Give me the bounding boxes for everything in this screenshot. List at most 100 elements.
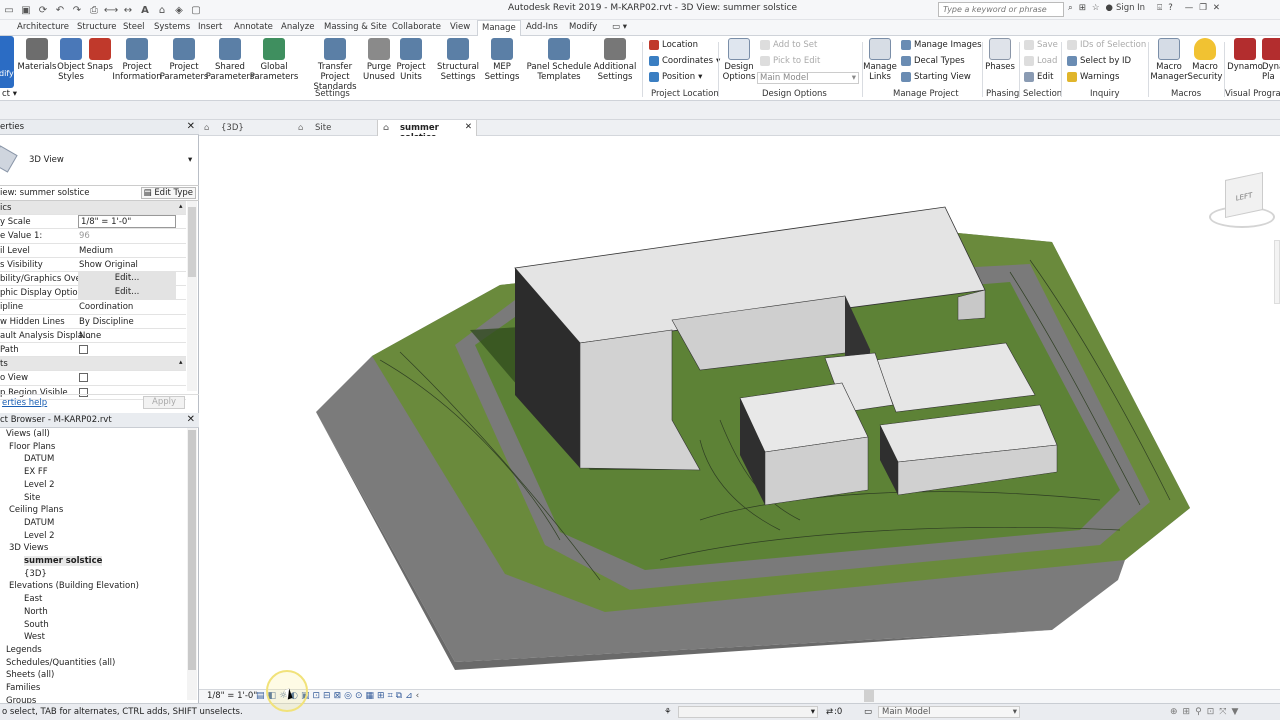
pick-to-edit-button[interactable]: Pick to Edit xyxy=(760,56,820,66)
collapse-group-icon[interactable]: ▴ xyxy=(179,358,183,366)
collapse-group-icon[interactable]: ▴ xyxy=(179,202,183,210)
temp-view-properties-icon[interactable]: ⊞ xyxy=(377,691,385,701)
browser-node[interactable]: EX FF xyxy=(24,467,48,477)
active-design-option-select[interactable]: Main Model ▾ xyxy=(878,706,1020,718)
tab-analyze[interactable]: Analyze xyxy=(281,22,315,32)
sign-in-button[interactable]: ● Sign In xyxy=(1106,3,1146,13)
select-by-face-icon[interactable]: ⊡ xyxy=(1207,707,1215,717)
property-row[interactable]: y Scale 1/8" = 1'-0" xyxy=(0,215,186,230)
properties-help-link[interactable]: erties help xyxy=(2,398,47,408)
load-selection-button[interactable]: Load xyxy=(1024,56,1057,66)
collapse-arrow-icon[interactable]: ‹ xyxy=(416,691,420,701)
macro-security-button[interactable]: Macro Security xyxy=(1188,38,1222,82)
edit-button[interactable]: Edit... xyxy=(78,272,176,285)
type-selector[interactable]: 3D View ▾ xyxy=(0,135,199,186)
editing-requests-icon[interactable]: ⇄ xyxy=(826,707,833,717)
project-information-button[interactable]: Project Information xyxy=(112,38,162,82)
viewcube-face-left[interactable]: LEFT xyxy=(1225,171,1263,219)
property-row[interactable]: ipline Coordination xyxy=(0,300,186,315)
browser-node[interactable]: Site xyxy=(24,493,40,503)
ids-of-selection-button[interactable]: IDs of Selection xyxy=(1067,40,1146,50)
view-tab[interactable]: ⌂summer solstice✕ xyxy=(377,120,477,143)
favorites-star-icon[interactable]: ☆ xyxy=(1092,3,1100,13)
browser-node[interactable]: Families xyxy=(6,683,40,693)
manage-images-button[interactable]: Manage Images xyxy=(901,40,982,50)
browser-node[interactable]: Level 2 xyxy=(24,531,55,541)
worksharing-display-icon[interactable]: ▦ xyxy=(366,691,375,701)
tab-structure[interactable]: Structure xyxy=(77,22,117,32)
browser-node[interactable]: Ceiling Plans xyxy=(9,505,63,515)
horizontal-scroll-thumb[interactable] xyxy=(864,690,874,702)
help-icon[interactable]: ? xyxy=(1168,3,1173,13)
worksets-icon[interactable]: ⚘ xyxy=(664,707,672,717)
text-icon[interactable]: A xyxy=(138,3,152,17)
property-value[interactable]: 1/8" = 1'-0" xyxy=(78,215,176,229)
close-tab-icon[interactable]: ✕ xyxy=(465,122,472,132)
design-options-button[interactable]: Design Options xyxy=(722,38,756,82)
modify-button[interactable]: dify xyxy=(0,36,14,88)
panel-schedule-templates-button[interactable]: Panel Schedule Templates xyxy=(524,38,594,82)
select-pinned-icon[interactable]: ⚲ xyxy=(1195,707,1202,717)
drag-elements-icon[interactable]: ⤧ xyxy=(1219,707,1226,717)
subscription-icon[interactable]: ⊞ xyxy=(1079,3,1086,13)
highlight-displacement-icon[interactable]: ⧉ xyxy=(396,691,402,701)
browser-node[interactable]: 3D Views xyxy=(9,543,48,553)
starting-view-button[interactable]: Starting View xyxy=(901,72,971,82)
view-tab[interactable]: ⌂ Site xyxy=(293,120,377,136)
browser-node[interactable]: Legends xyxy=(6,645,42,655)
property-row[interactable]: ault Analysis Displa... None xyxy=(0,329,186,343)
tab-view[interactable]: View xyxy=(450,22,470,32)
structural-settings-button[interactable]: Structural Settings xyxy=(437,38,479,82)
property-row[interactable]: o View xyxy=(0,371,186,386)
project-units-button[interactable]: Project Units xyxy=(395,38,427,82)
shared-parameters-button[interactable]: Shared Parameters xyxy=(206,38,254,82)
browser-node[interactable]: {3D} xyxy=(24,569,47,579)
redo-icon[interactable]: ↷ xyxy=(70,3,84,17)
navigation-bar[interactable] xyxy=(1274,240,1280,304)
close-project-browser-icon[interactable]: ✕ xyxy=(187,414,195,425)
browser-node[interactable]: Sheets (all) xyxy=(6,670,54,680)
tab-collaborate[interactable]: Collaborate xyxy=(392,22,441,32)
property-row[interactable]: phic Display Options Edit... xyxy=(0,286,186,301)
materials-button[interactable]: Materials xyxy=(18,38,56,72)
dimension-icon[interactable]: ↔ xyxy=(121,3,135,17)
property-row[interactable]: w Hidden Lines By Discipline xyxy=(0,315,186,329)
crop-view-icon[interactable]: ⊡ xyxy=(312,691,320,701)
property-group-row[interactable]: ics ▴ xyxy=(0,201,186,216)
tab-modify[interactable]: Modify xyxy=(569,22,597,32)
position-button[interactable]: Position ▾ xyxy=(649,72,702,82)
phases-button[interactable]: Phases xyxy=(985,38,1015,72)
3d-view-canvas[interactable]: LEFT xyxy=(199,136,1280,689)
browser-node[interactable]: West xyxy=(24,632,45,642)
section-icon[interactable]: ◈ xyxy=(172,3,186,17)
measure-icon[interactable]: ⟷ xyxy=(104,3,118,17)
property-value[interactable]: By Discipline xyxy=(79,317,134,327)
additional-settings-button[interactable]: Additional Settings xyxy=(593,38,637,82)
property-value[interactable]: None xyxy=(79,331,101,341)
unlock-3d-view-icon[interactable]: ⊠ xyxy=(334,691,342,701)
property-value[interactable]: Coordination xyxy=(79,302,133,312)
3d-view-icon[interactable]: ⌂ xyxy=(155,3,169,17)
browser-node[interactable]: DATUM xyxy=(24,518,54,528)
browser-node[interactable]: Level 2 xyxy=(24,480,55,490)
tab-add-ins[interactable]: Add-Ins xyxy=(526,22,558,32)
edit-selection-button[interactable]: Edit xyxy=(1024,72,1053,82)
view-instance-selector[interactable]: iew: summer solstice ▾ ▤ Edit Type xyxy=(0,186,199,201)
save-icon[interactable]: ▣ xyxy=(19,3,33,17)
tab-architecture[interactable]: Architecture xyxy=(17,22,69,32)
property-row[interactable]: il Level Medium xyxy=(0,244,186,258)
project-parameters-button[interactable]: Project Parameters xyxy=(160,38,208,82)
workset-select[interactable]: ▾ xyxy=(678,706,818,718)
tab-systems[interactable]: Systems xyxy=(154,22,190,32)
view-tab[interactable]: ⌂ {3D} xyxy=(199,120,293,136)
help-search-input[interactable]: Type a keyword or phrase xyxy=(938,2,1064,17)
tab-insert[interactable]: Insert xyxy=(198,22,222,32)
mep-settings-button[interactable]: MEP Settings xyxy=(482,38,522,82)
design-options-status-icon[interactable]: ▭ xyxy=(864,707,872,717)
property-value[interactable]: Show Original xyxy=(79,260,138,270)
tab-steel[interactable]: Steel xyxy=(123,22,145,32)
object-styles-button[interactable]: Object Styles xyxy=(55,38,87,82)
property-row[interactable]: Path xyxy=(0,343,186,358)
add-to-set-button[interactable]: Add to Set xyxy=(760,40,817,50)
properties-scrollbar[interactable] xyxy=(187,201,197,391)
